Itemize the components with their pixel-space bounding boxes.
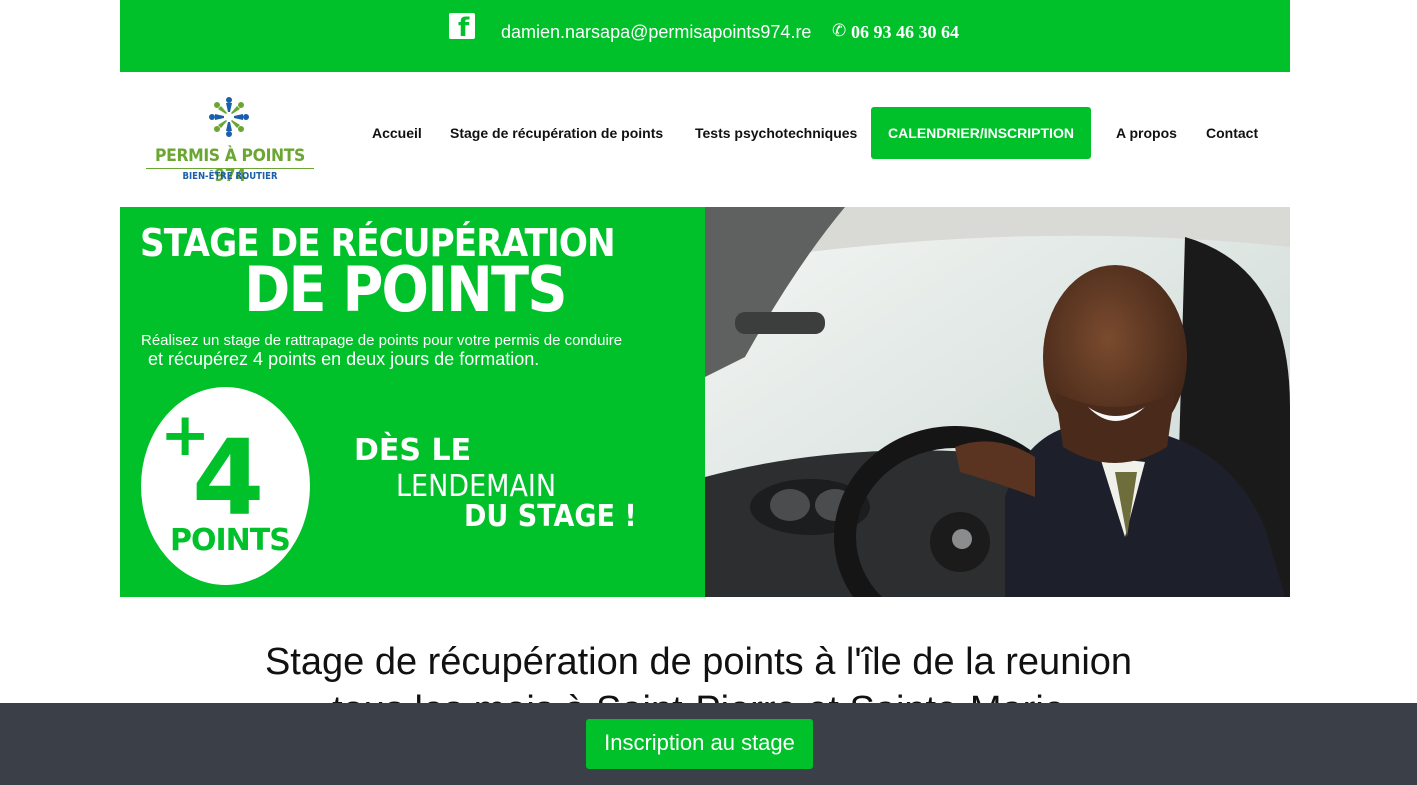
- nav-item-a-propos[interactable]: A propos: [1116, 107, 1177, 159]
- hero-driver-photo: [705, 207, 1290, 597]
- email-link[interactable]: damien.narsapa@permisapoints974.re: [501, 21, 811, 43]
- contact-bar: f damien.narsapa@permisapoints974.re ✆ 0…: [120, 0, 1290, 72]
- points-badge-label: POINTS: [170, 523, 291, 558]
- nav-item-contact[interactable]: Contact: [1206, 107, 1258, 159]
- logo-people-icon: [209, 97, 249, 137]
- points-badge-number: 4: [192, 417, 265, 539]
- phone-icon: ✆: [832, 21, 847, 41]
- hero-banner: STAGE DE RÉCUPÉRATION DE POINTS Réalisez…: [120, 207, 1290, 597]
- nav-item-stage[interactable]: Stage de récupération de points: [450, 107, 663, 159]
- nav-item-tests[interactable]: Tests psychotechniques: [695, 107, 857, 159]
- hero-heading-line2: DE POINTS: [244, 253, 568, 326]
- logo-subtitle: BIEN-ÊTRE ROUTIER: [182, 171, 278, 182]
- hero-des-line3: DU STAGE !: [464, 499, 637, 534]
- page-title-line1: Stage de récupération de points à l'île …: [264, 641, 1133, 683]
- hero-text-1: Réalisez un stage de rattrapage de point…: [141, 332, 623, 349]
- site-logo[interactable]: PERMIS À POINTS 974 BIEN-ÊTRE ROUTIER: [142, 92, 318, 187]
- sticky-bottom-bar: Inscription au stage: [0, 703, 1417, 785]
- facebook-icon[interactable]: f: [449, 13, 475, 43]
- driver-photo-illustration: [705, 207, 1290, 597]
- phone-number[interactable]: 06 93 46 30 64: [851, 21, 959, 43]
- site-header: PERMIS À POINTS 974 BIEN-ÊTRE ROUTIER Ac…: [120, 72, 1290, 207]
- logo-underline: [146, 168, 314, 169]
- inscription-stage-button[interactable]: Inscription au stage: [586, 719, 813, 769]
- hero-text-2: et récupérez 4 points en deux jours de f…: [148, 349, 540, 369]
- hero-des-line1: DÈS LE: [354, 433, 472, 468]
- hero-promo-panel: STAGE DE RÉCUPÉRATION DE POINTS Réalisez…: [120, 207, 705, 597]
- nav-item-accueil[interactable]: Accueil: [372, 107, 422, 159]
- nav-item-calendrier-button[interactable]: CALENDRIER/INSCRIPTION: [871, 107, 1091, 159]
